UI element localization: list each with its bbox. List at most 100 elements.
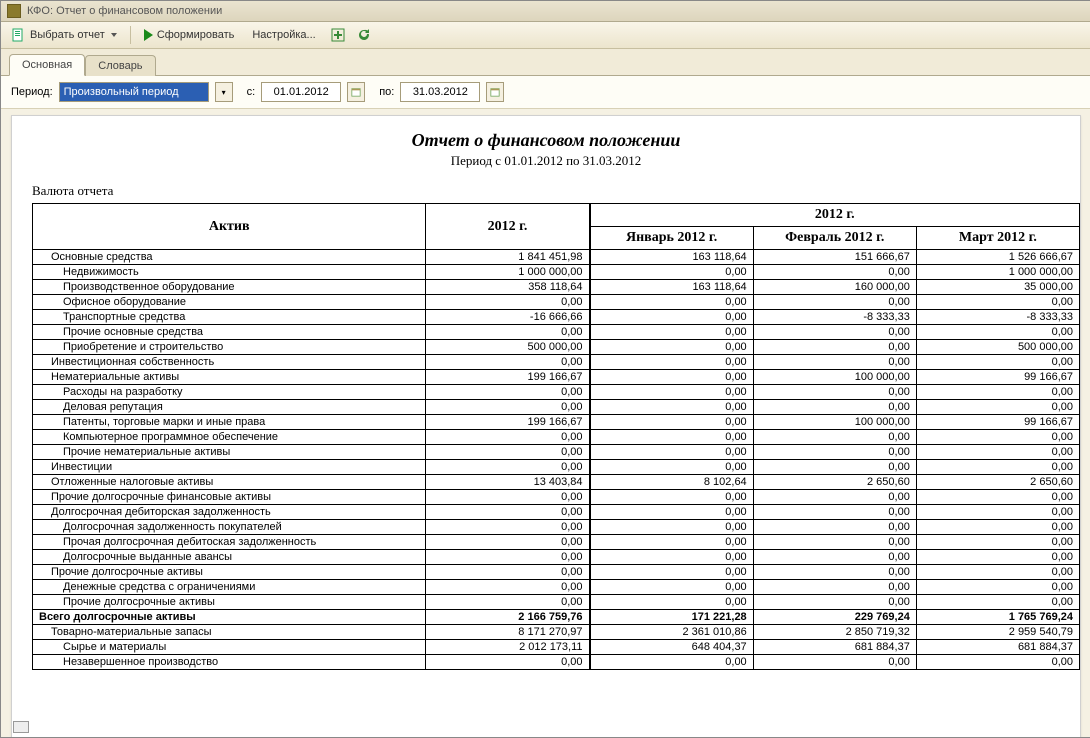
col-year2: 2012 г. — [590, 204, 1080, 227]
table-row[interactable]: Инвестиционная собственность0,000,000,00… — [33, 355, 1080, 370]
row-value: 0,00 — [916, 325, 1079, 340]
table-row[interactable]: Прочие нематериальные активы0,000,000,00… — [33, 445, 1080, 460]
table-row[interactable]: Нематериальные активы199 166,670,00100 0… — [33, 370, 1080, 385]
row-label: Прочие долгосрочные активы — [33, 595, 426, 610]
row-label: Сырье и материалы — [33, 640, 426, 655]
row-value: 0,00 — [753, 265, 916, 280]
table-row[interactable]: Деловая репутация0,000,000,000,00 — [33, 400, 1080, 415]
row-value: 0,00 — [590, 310, 754, 325]
row-value: 0,00 — [753, 430, 916, 445]
period-select[interactable] — [59, 82, 209, 102]
select-report-button[interactable]: Выбрать отчет — [5, 22, 124, 48]
row-value: 199 166,67 — [426, 370, 590, 385]
row-value: -16 666,66 — [426, 310, 590, 325]
row-value: 0,00 — [753, 505, 916, 520]
report-area[interactable]: Отчет о финансовом положении Период с 01… — [11, 115, 1081, 738]
table-row[interactable]: Производственное оборудование358 118,641… — [33, 280, 1080, 295]
row-value: 1 526 666,67 — [916, 250, 1079, 265]
refresh-button[interactable] — [353, 22, 375, 48]
table-row[interactable]: Прочая долгосрочная дебитоская задолженн… — [33, 535, 1080, 550]
row-value: 100 000,00 — [753, 415, 916, 430]
row-label: Незавершенное производство — [33, 655, 426, 670]
row-value: 0,00 — [753, 400, 916, 415]
table-row[interactable]: Офисное оборудование0,000,000,000,00 — [33, 295, 1080, 310]
table-row[interactable]: Приобретение и строительство500 000,000,… — [33, 340, 1080, 355]
date-from-input[interactable] — [261, 82, 341, 102]
col-asset: Актив — [33, 204, 426, 250]
row-value: 0,00 — [753, 460, 916, 475]
period-label: Период: — [11, 86, 53, 98]
row-label: Нематериальные активы — [33, 370, 426, 385]
dropdown-icon — [111, 33, 117, 37]
row-value: 0,00 — [590, 355, 754, 370]
select-report-label: Выбрать отчет — [30, 29, 105, 41]
row-value: 0,00 — [590, 535, 754, 550]
row-label: Основные средства — [33, 250, 426, 265]
table-row[interactable]: Расходы на разработку0,000,000,000,00 — [33, 385, 1080, 400]
table-row[interactable]: Недвижимость1 000 000,000,000,001 000 00… — [33, 265, 1080, 280]
app-icon — [7, 4, 21, 18]
row-value: 0,00 — [590, 430, 754, 445]
row-value: 0,00 — [753, 520, 916, 535]
row-label: Производственное оборудование — [33, 280, 426, 295]
row-value: 0,00 — [916, 460, 1079, 475]
settings-button[interactable]: Настройка... — [245, 22, 322, 48]
table-row[interactable]: Незавершенное производство0,000,000,000,… — [33, 655, 1080, 670]
table-row[interactable]: Транспортные средства-16 666,660,00-8 33… — [33, 310, 1080, 325]
row-value: 0,00 — [590, 400, 754, 415]
table-row[interactable]: Товарно-материальные запасы8 171 270,972… — [33, 625, 1080, 640]
row-label: Инвестиционная собственность — [33, 355, 426, 370]
row-value: 0,00 — [590, 265, 754, 280]
row-value: 163 118,64 — [590, 250, 754, 265]
table-row[interactable]: Основные средства1 841 451,98163 118,641… — [33, 250, 1080, 265]
row-value: 0,00 — [590, 490, 754, 505]
app-window: КФО: Отчет о финансовом положении Выбрат… — [0, 0, 1090, 738]
row-value: 0,00 — [916, 535, 1079, 550]
tab-dict[interactable]: Словарь — [85, 55, 155, 76]
row-value: 0,00 — [590, 520, 754, 535]
row-value: 0,00 — [753, 565, 916, 580]
row-value: 0,00 — [916, 355, 1079, 370]
table-row[interactable]: Денежные средства с ограничениями0,000,0… — [33, 580, 1080, 595]
row-value: 199 166,67 — [426, 415, 590, 430]
table-row[interactable]: Долгосрочные выданные авансы0,000,000,00… — [33, 550, 1080, 565]
row-value: 0,00 — [426, 565, 590, 580]
table-row[interactable]: Компьютерное программное обеспечение 0,00… — [33, 430, 1080, 445]
row-value: 0,00 — [590, 340, 754, 355]
row-value: 0,00 — [426, 295, 590, 310]
date-to-input[interactable] — [400, 82, 480, 102]
generate-button[interactable]: Сформировать — [137, 22, 242, 48]
table-row[interactable]: Прочие долгосрочные активы0,000,000,000,… — [33, 565, 1080, 580]
row-value: 100 000,00 — [753, 370, 916, 385]
table-row[interactable]: Долгосрочная задолженность покупателей 0,… — [33, 520, 1080, 535]
table-row[interactable]: Сырье и материалы2 012 173,11648 404,376… — [33, 640, 1080, 655]
row-value: 0,00 — [590, 550, 754, 565]
table-row[interactable]: Прочие основные средства0,000,000,000,00 — [33, 325, 1080, 340]
row-label: Недвижимость — [33, 265, 426, 280]
row-label: Инвестиции — [33, 460, 426, 475]
row-label: Компьютерное программное обеспечение — [33, 430, 426, 445]
table-row[interactable]: Всего долгосрочные активы2 166 759,76171… — [33, 610, 1080, 625]
date-to-calendar-button[interactable] — [486, 82, 504, 102]
row-label: Расходы на разработку — [33, 385, 426, 400]
separator — [130, 26, 131, 44]
col-year: 2012 г. — [426, 204, 590, 250]
row-label: Долгосрочная задолженность покупателей — [33, 520, 426, 535]
table-row[interactable]: Прочие долгосрочные активы0,000,000,000,… — [33, 595, 1080, 610]
table-row[interactable]: Долгосрочная дебиторская задолженность0,… — [33, 505, 1080, 520]
tab-main[interactable]: Основная — [9, 54, 85, 76]
date-from-calendar-button[interactable] — [347, 82, 365, 102]
row-value: 0,00 — [426, 325, 590, 340]
table-row[interactable]: Отложенные налоговые активы13 403,848 10… — [33, 475, 1080, 490]
row-value: 0,00 — [916, 445, 1079, 460]
report-currency-label: Валюта отчета — [12, 183, 1080, 199]
row-label: Деловая репутация — [33, 400, 426, 415]
add-button[interactable] — [327, 22, 349, 48]
table-row[interactable]: Прочие долгосрочные финансовые активы0,0… — [33, 490, 1080, 505]
row-value: 0,00 — [753, 655, 916, 670]
table-row[interactable]: Инвестиции0,000,000,000,00 — [33, 460, 1080, 475]
row-value: 0,00 — [426, 385, 590, 400]
table-row[interactable]: Патенты, торговые марки и иные права199 … — [33, 415, 1080, 430]
row-value: 2 850 719,32 — [753, 625, 916, 640]
period-menu-button[interactable]: ▾ — [215, 82, 233, 102]
